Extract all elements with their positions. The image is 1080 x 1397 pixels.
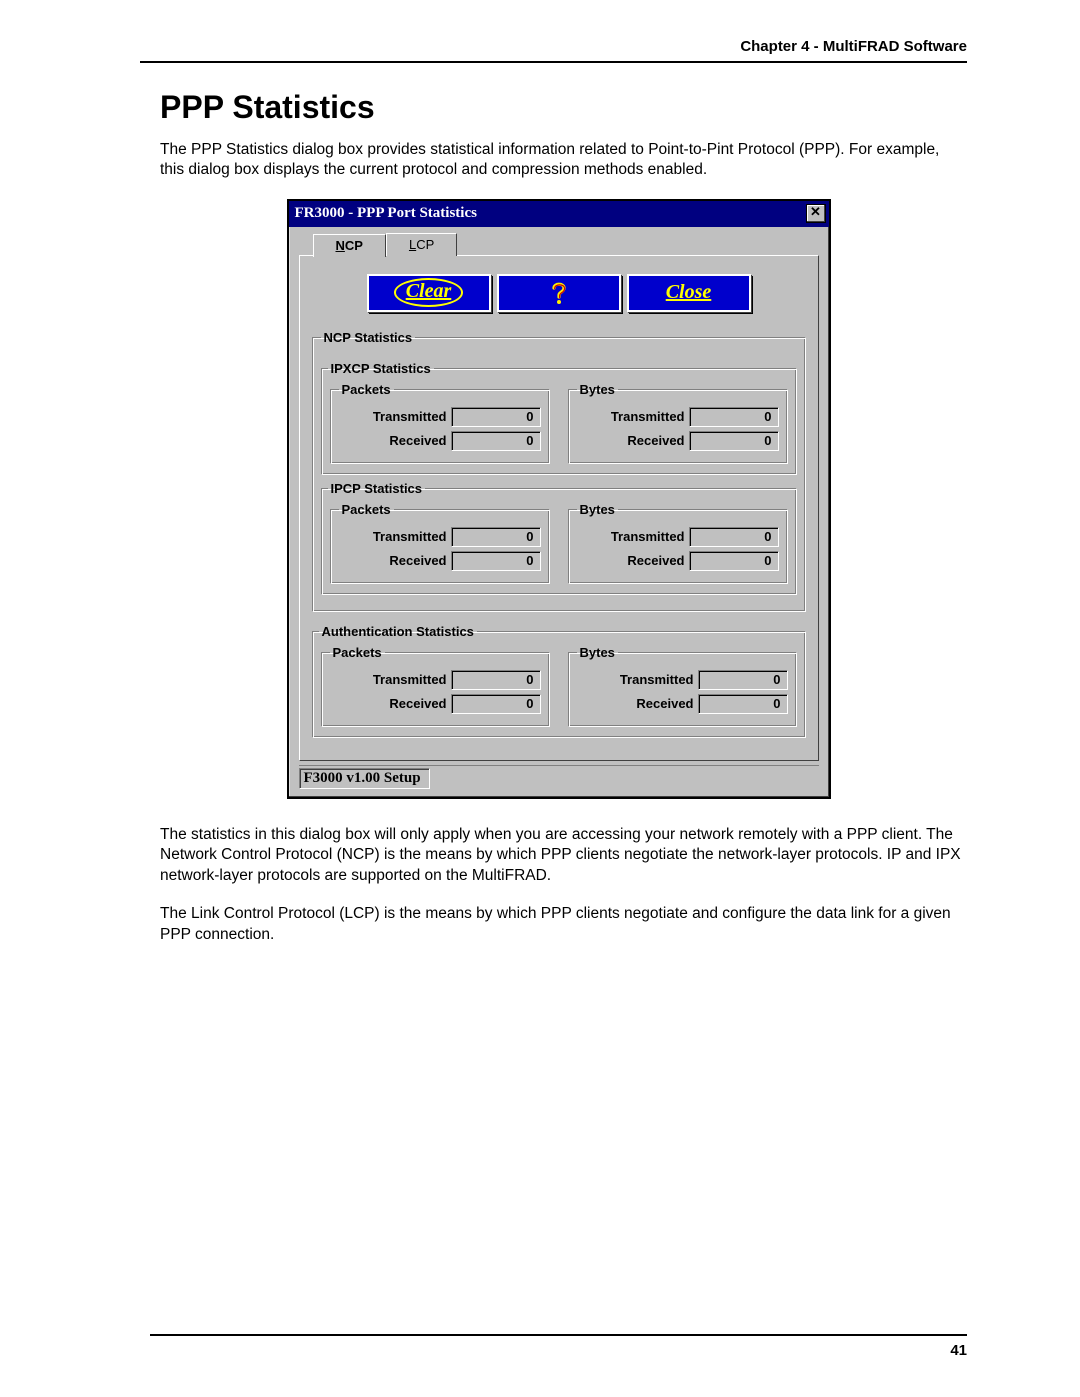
close-button[interactable]: Close xyxy=(627,274,751,312)
after-paragraph-1: The statistics in this dialog box will o… xyxy=(160,825,967,886)
ipxcp-bytes-tx-value: 0 xyxy=(689,407,779,427)
ipcp-bytes-rx-value: 0 xyxy=(689,551,779,571)
auth-bytes-group: Bytes Transmitted 0 Received 0 xyxy=(568,645,797,727)
status-text: F3000 v1.00 Setup xyxy=(299,768,430,789)
label-transmitted: Transmitted xyxy=(577,529,685,544)
auth-bytes-rx-value: 0 xyxy=(698,694,788,714)
auth-bytes-tx-row: Transmitted 0 xyxy=(577,670,788,690)
dialog-titlebar: FR3000 - PPP Port Statistics ✕ xyxy=(289,201,829,227)
auth-packets-legend: Packets xyxy=(330,645,385,660)
close-button-label: Close xyxy=(666,281,712,304)
status-bar: F3000 v1.00 Setup xyxy=(299,765,819,789)
ipcp-bytes-group: Bytes Transmitted 0 Received 0 xyxy=(568,502,788,584)
intro-paragraph: The PPP Statistics dialog box provides s… xyxy=(160,140,967,181)
ipcp-packets-tx-row: Transmitted 0 xyxy=(339,527,541,547)
tab-ncp-rest: CP xyxy=(345,238,363,253)
auth-packets-rx-value: 0 xyxy=(451,694,541,714)
section-title: PPP Statistics xyxy=(160,89,967,126)
auth-packets-tx-row: Transmitted 0 xyxy=(330,670,541,690)
label-transmitted: Transmitted xyxy=(339,529,447,544)
window-close-button[interactable]: ✕ xyxy=(806,204,826,223)
ipcp-bytes-tx-value: 0 xyxy=(689,527,779,547)
dialog-figure: FR3000 - PPP Port Statistics ✕ NCP LCP xyxy=(150,199,967,799)
ipxcp-bytes-tx-row: Transmitted 0 xyxy=(577,407,779,427)
ipcp-legend: IPCP Statistics xyxy=(328,481,426,496)
auth-statistics-group: Authentication Statistics Packets Transm… xyxy=(312,624,806,738)
ipcp-packets-legend: Packets xyxy=(339,502,394,517)
auth-packets-group: Packets Transmitted 0 Received 0 xyxy=(321,645,550,727)
label-received: Received xyxy=(339,553,447,568)
ncp-statistics-group: NCP Statistics IPXCP Statistics Packets … xyxy=(312,330,806,612)
tab-lcp-rest: CP xyxy=(416,237,434,252)
ipxcp-statistics-group: IPXCP Statistics Packets Transmitted 0 xyxy=(321,361,797,475)
label-transmitted: Transmitted xyxy=(339,409,447,424)
ipxcp-bytes-legend: Bytes xyxy=(577,382,618,397)
ncp-statistics-legend: NCP Statistics xyxy=(321,330,416,345)
after-paragraph-2: The Link Control Protocol (LCP) is the m… xyxy=(160,904,967,945)
ipxcp-bytes-rx-row: Received 0 xyxy=(577,431,779,451)
ipcp-statistics-group: IPCP Statistics Packets Transmitted 0 xyxy=(321,481,797,595)
auth-bytes-rx-row: Received 0 xyxy=(577,694,788,714)
auth-bytes-tx-value: 0 xyxy=(698,670,788,690)
chapter-header: Chapter 4 - MultiFRAD Software xyxy=(140,38,967,63)
help-button[interactable] xyxy=(497,274,621,312)
ipxcp-packets-rx-row: Received 0 xyxy=(339,431,541,451)
label-received: Received xyxy=(330,696,447,711)
ipcp-bytes-rx-row: Received 0 xyxy=(577,551,779,571)
ipcp-packets-group: Packets Transmitted 0 Received 0 xyxy=(330,502,550,584)
page-footer: 41 xyxy=(150,1334,967,1359)
clear-button[interactable]: Clear xyxy=(367,274,491,312)
tab-ncp[interactable]: NCP xyxy=(313,234,386,257)
dialog-title: FR3000 - PPP Port Statistics xyxy=(295,205,477,222)
button-row: Clear Close xyxy=(312,274,806,312)
auth-legend: Authentication Statistics xyxy=(319,624,477,639)
clear-button-label: Clear xyxy=(406,280,452,302)
ipxcp-bytes-rx-value: 0 xyxy=(689,431,779,451)
ppp-statistics-dialog: FR3000 - PPP Port Statistics ✕ NCP LCP xyxy=(287,199,831,799)
tab-ncp-accel: N xyxy=(336,238,345,253)
ipxcp-packets-tx-value: 0 xyxy=(451,407,541,427)
ipxcp-legend: IPXCP Statistics xyxy=(328,361,434,376)
auth-bytes-legend: Bytes xyxy=(577,645,618,660)
page-number: 41 xyxy=(950,1342,967,1359)
ipxcp-packets-group: Packets Transmitted 0 Received 0 xyxy=(330,382,550,464)
label-transmitted: Transmitted xyxy=(577,672,694,687)
auth-packets-tx-value: 0 xyxy=(451,670,541,690)
ipcp-packets-rx-value: 0 xyxy=(451,551,541,571)
ipxcp-bytes-group: Bytes Transmitted 0 Received 0 xyxy=(568,382,788,464)
ipcp-bytes-tx-row: Transmitted 0 xyxy=(577,527,779,547)
help-icon xyxy=(546,280,572,306)
close-icon: ✕ xyxy=(810,204,821,219)
label-transmitted: Transmitted xyxy=(330,672,447,687)
label-received: Received xyxy=(577,433,685,448)
label-received: Received xyxy=(339,433,447,448)
ipxcp-packets-legend: Packets xyxy=(339,382,394,397)
label-received: Received xyxy=(577,696,694,711)
ipxcp-packets-rx-value: 0 xyxy=(451,431,541,451)
ipcp-bytes-legend: Bytes xyxy=(577,502,618,517)
tab-strip: NCP LCP xyxy=(313,233,819,256)
label-transmitted: Transmitted xyxy=(577,409,685,424)
ipcp-packets-tx-value: 0 xyxy=(451,527,541,547)
tab-lcp[interactable]: LCP xyxy=(386,233,457,256)
label-received: Received xyxy=(577,553,685,568)
auth-packets-rx-row: Received 0 xyxy=(330,694,541,714)
ipcp-packets-rx-row: Received 0 xyxy=(339,551,541,571)
ipxcp-packets-tx-row: Transmitted 0 xyxy=(339,407,541,427)
tab-pane-ncp: Clear Close xyxy=(299,255,819,761)
